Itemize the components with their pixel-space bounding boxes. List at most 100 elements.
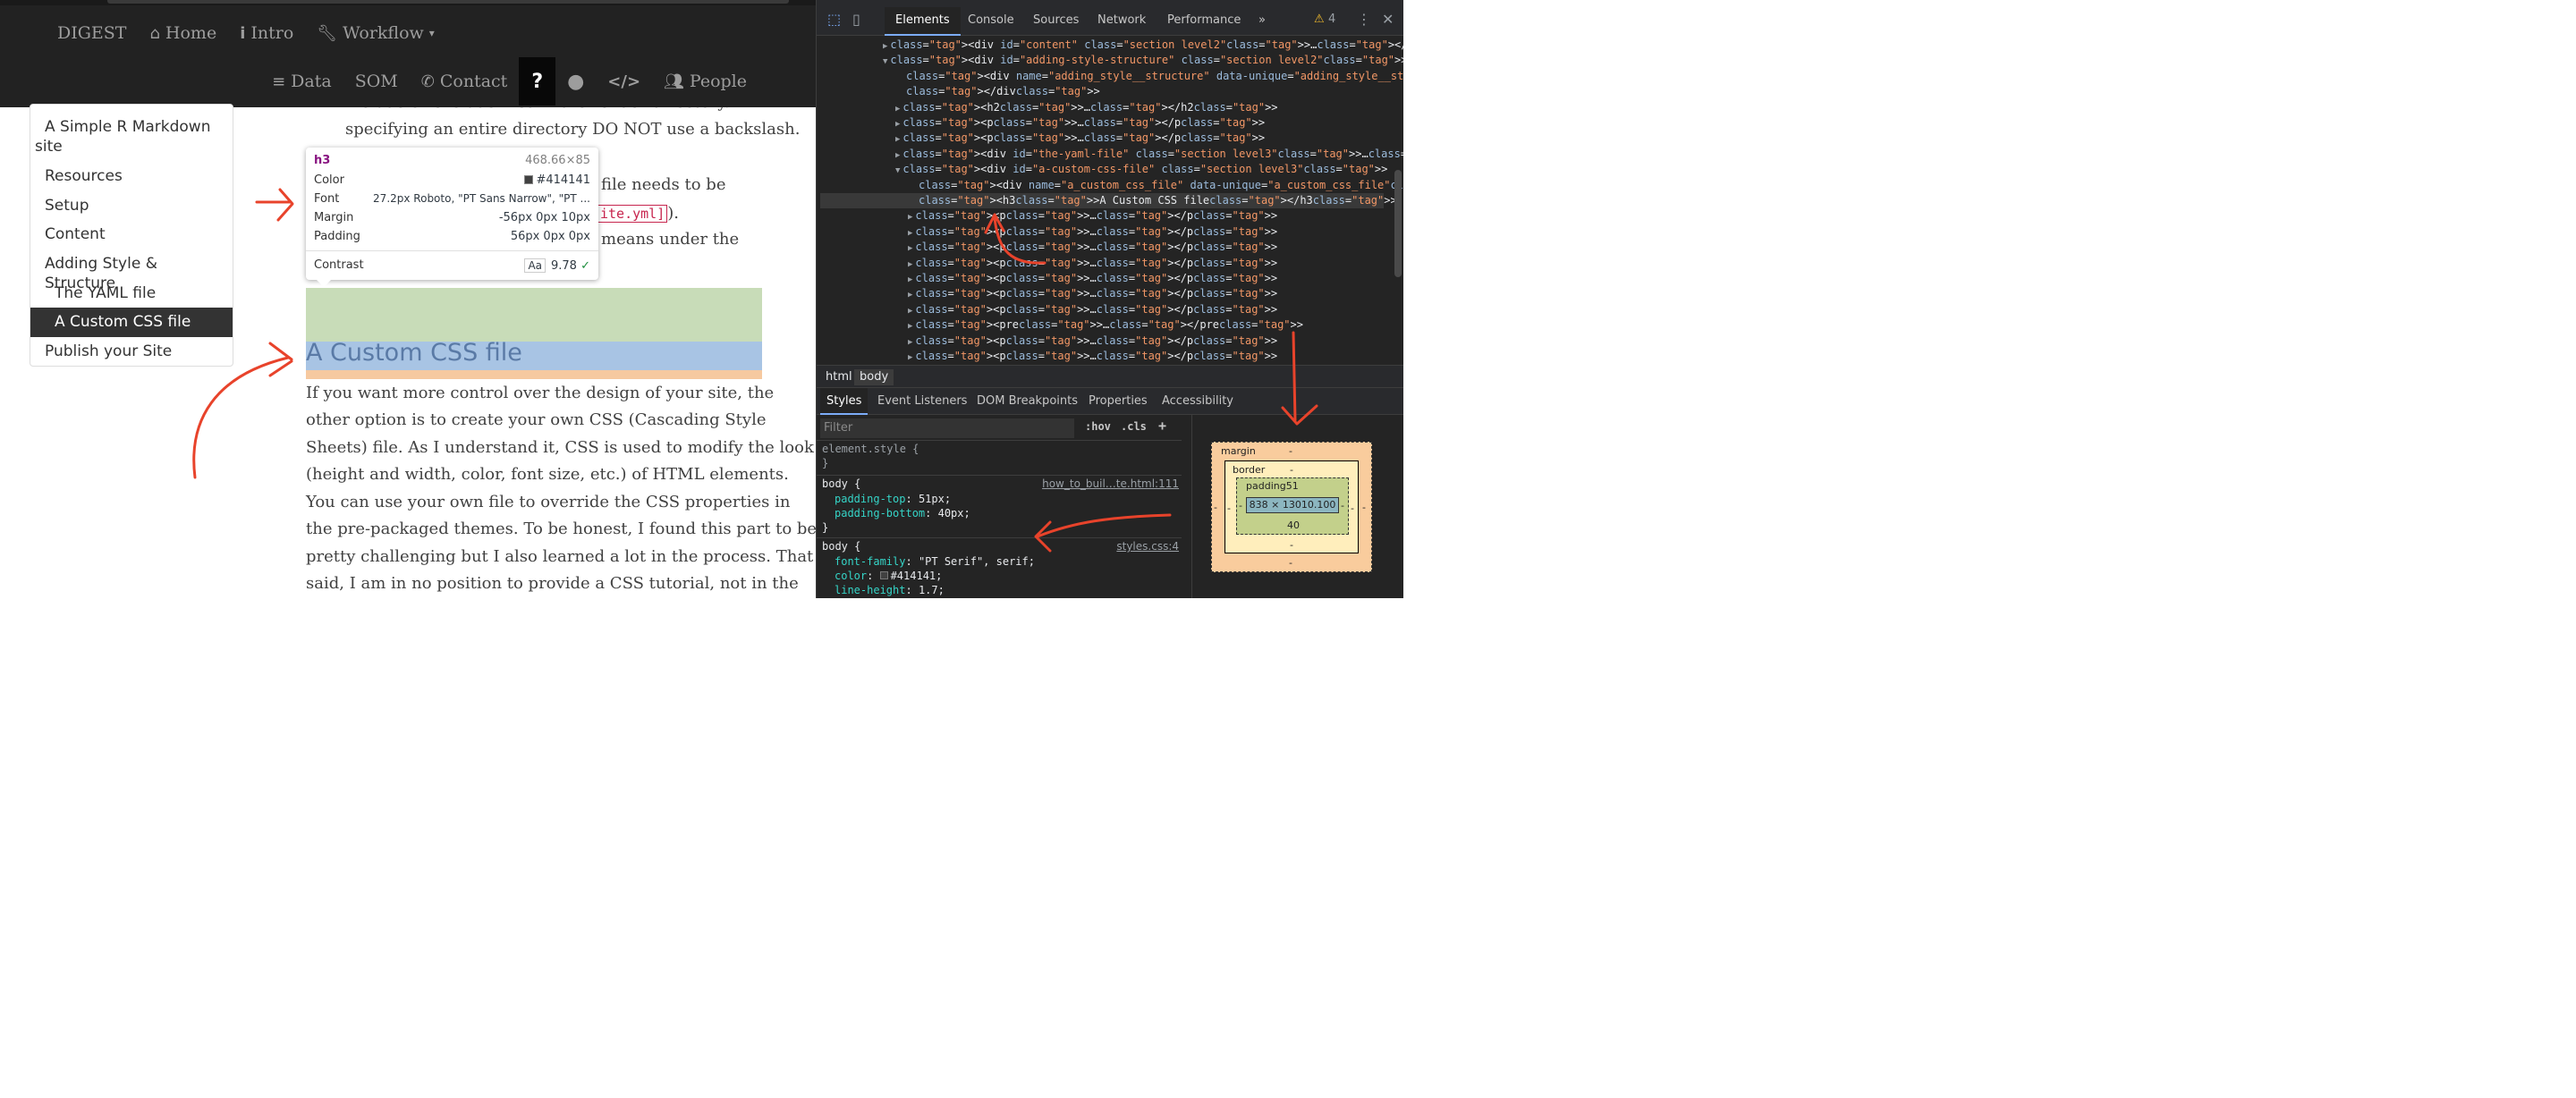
cls-button[interactable]: .cls [1121, 420, 1147, 433]
css-property[interactable]: padding-bottom: 40px; [835, 507, 970, 520]
breadcrumb-body[interactable]: body [854, 369, 894, 385]
css-property[interactable]: font-family: "PT Serif", serif; [835, 555, 1035, 569]
dom-node[interactable]: ▶ class="tag"><pclass="tag">>…class="tag"… [908, 271, 1277, 286]
tab-elements[interactable]: Elements [885, 7, 961, 36]
dom-node[interactable]: ▶ class="tag"><pclass="tag">>…class="tag"… [908, 349, 1277, 364]
dom-node[interactable]: class="tag"><div name="a_custom_css_file… [919, 178, 1403, 193]
rule-source-link[interactable]: how_to_buil…te.html:111 [1042, 477, 1179, 490]
paragraph-line: other option is to create your own CSS (… [306, 410, 767, 429]
paragraph-line: Sheets) file. As I understand it, CSS is… [306, 438, 814, 457]
nav-brand[interactable]: DIGEST [57, 23, 138, 43]
expand-toggle-icon[interactable]: ▶ [908, 307, 912, 316]
nav-som[interactable]: SOM [343, 72, 410, 91]
breadcrumb-html[interactable]: html [820, 369, 858, 385]
expand-toggle-icon[interactable]: ▶ [895, 120, 900, 129]
paragraph-line: If you want more control over the design… [306, 384, 775, 402]
tab-event-listeners[interactable]: Event Listeners [871, 388, 973, 415]
dom-node[interactable]: class="tag"><div name="adding_style__str… [906, 69, 1403, 84]
paragraph-line: said, I am in no position to provide a C… [306, 574, 799, 593]
inspect-element-icon[interactable]: ⬚ [827, 11, 841, 28]
dom-node[interactable]: ▼ class="tag"><div id="adding-style-struc… [883, 53, 1403, 68]
expand-toggle-icon[interactable]: ▶ [908, 213, 912, 222]
dom-node[interactable]: ▶ class="tag"><pclass="tag">>…class="tag"… [908, 240, 1277, 255]
navbar-row-primary: DIGEST ⌂ Home i Intro 🔧︎ Workflow ▾ [0, 11, 816, 55]
table-of-contents: A Simple R Markdown site Resources Setup… [30, 104, 233, 367]
expand-toggle-icon[interactable]: ▼ [895, 166, 900, 175]
rule-close: } [822, 521, 829, 534]
tab-styles[interactable]: Styles [820, 388, 869, 415]
more-options-icon[interactable]: ⋮ [1357, 11, 1371, 28]
dom-node[interactable]: class="tag"></divclass="tag">> [906, 84, 1100, 99]
nav-github[interactable]: ● [555, 71, 596, 93]
nav-home[interactable]: ⌂ Home [138, 23, 228, 43]
warning-icon[interactable]: ⚠ [1314, 13, 1325, 26]
nav-help[interactable]: ? [519, 57, 556, 106]
nav-intro[interactable]: i Intro [228, 23, 305, 43]
dom-node[interactable]: ▶ class="tag"><pclass="tag">>…class="tag"… [908, 224, 1277, 240]
nav-code[interactable]: </> [596, 72, 652, 91]
expand-toggle-icon[interactable]: ▶ [895, 135, 900, 144]
color-swatch-icon[interactable] [879, 571, 888, 579]
toc-item-yaml-file[interactable]: The YAML file [30, 283, 233, 303]
dom-node[interactable]: ▶ class="tag"><preclass="tag">>…class="ta… [908, 317, 1303, 333]
dom-node[interactable]: ▼ class="tag"><div id="a-custom-css-file"… [895, 162, 1387, 177]
expand-toggle-icon[interactable]: ▼ [883, 57, 887, 66]
toc-item-custom-css[interactable]: A Custom CSS file [30, 308, 233, 337]
toc-item-content[interactable]: Content [30, 224, 233, 244]
nav-people[interactable]: 👥︎ People [652, 72, 758, 91]
expand-toggle-icon[interactable]: ▶ [908, 322, 912, 331]
toc-item-simple-site[interactable]: A Simple R Markdown [30, 117, 233, 137]
expand-toggle-icon[interactable]: ▶ [895, 105, 900, 114]
toc-item-simple-site-cont[interactable]: site [30, 137, 233, 156]
tab-accessibility[interactable]: Accessibility [1156, 388, 1240, 415]
expand-toggle-icon[interactable]: ▶ [908, 275, 912, 284]
nav-contact[interactable]: ✆ Contact [410, 72, 520, 91]
dom-node[interactable]: ▶ class="tag"><pclass="tag">>…class="tag"… [908, 334, 1277, 349]
dom-node[interactable]: ▶ class="tag"><pclass="tag">>…class="tag"… [895, 115, 1265, 131]
nav-data[interactable]: ≡ Data [260, 72, 343, 91]
dom-node[interactable]: ▶ class="tag"><div id="the-yaml-file" cla… [895, 147, 1403, 162]
tab-performance[interactable]: Performance [1157, 7, 1251, 36]
tab-network[interactable]: Network [1087, 7, 1157, 36]
dom-node-selected[interactable]: class="tag"><h3class="tag">>A Custom CSS… [820, 193, 1397, 208]
nav-workflow[interactable]: 🔧︎ Workflow ▾ [305, 23, 446, 43]
dom-node[interactable]: ▶ class="tag"><pclass="tag">>…class="tag"… [908, 208, 1277, 224]
toc-item-publish[interactable]: Publish your Site [30, 342, 233, 361]
dom-node[interactable]: ▶ class="tag"><pclass="tag">>…class="tag"… [908, 286, 1277, 301]
rule-close: } [822, 457, 829, 469]
expand-toggle-icon[interactable]: ▶ [895, 151, 900, 160]
styles-filter-input[interactable]: Filter [820, 418, 1074, 438]
tab-dom-breakpoints[interactable]: DOM Breakpoints [970, 388, 1084, 415]
scrollbar[interactable] [1394, 170, 1402, 277]
github-icon: ● [567, 70, 585, 93]
expand-toggle-icon[interactable]: ▶ [908, 338, 912, 347]
device-toggle-icon[interactable]: ▯ [852, 11, 860, 28]
expand-toggle-icon[interactable]: ▶ [908, 244, 912, 253]
margin-left-value: - [1214, 502, 1217, 513]
expand-toggle-icon[interactable]: ▶ [908, 260, 912, 269]
dom-node[interactable]: ▶ class="tag"><pclass="tag">>…class="tag"… [895, 131, 1265, 146]
dom-node[interactable]: ▶ class="tag"><pclass="tag">>…class="tag"… [908, 256, 1277, 271]
expand-toggle-icon[interactable]: ▶ [908, 353, 912, 362]
add-rule-button[interactable]: + [1158, 418, 1166, 434]
css-property[interactable]: line-height: 1.7; [835, 584, 945, 597]
toc-item-setup[interactable]: Setup [30, 196, 233, 215]
expand-toggle-icon[interactable]: ▶ [908, 229, 912, 238]
toc-item-resources[interactable]: Resources [30, 166, 233, 186]
tooltip-margin-value: -56px 0px 10px [498, 211, 590, 224]
padding-label: padding51 [1246, 480, 1299, 492]
dom-node[interactable]: ▶ class="tag"><div id="content" class="se… [883, 38, 1403, 53]
tab-console[interactable]: Console [957, 7, 1025, 36]
hov-button[interactable]: :hov [1085, 420, 1111, 433]
expand-toggle-icon[interactable]: ▶ [883, 42, 887, 51]
tab-sources[interactable]: Sources [1022, 7, 1089, 36]
dom-node[interactable]: ▶ class="tag"><pclass="tag">>…class="tag"… [908, 302, 1277, 317]
dom-node[interactable]: ▶ class="tag"><h2class="tag">>…class="tag… [895, 100, 1278, 115]
close-icon[interactable]: ✕ [1382, 11, 1394, 28]
tabs-overflow-button[interactable]: » [1248, 7, 1276, 36]
tab-properties[interactable]: Properties [1082, 388, 1154, 415]
expand-toggle-icon[interactable]: ▶ [908, 291, 912, 300]
css-property[interactable]: padding-top: 51px; [835, 493, 951, 506]
css-property[interactable]: color: #414141; [835, 570, 942, 583]
rule-source-link[interactable]: styles.css:4 [1116, 540, 1179, 553]
